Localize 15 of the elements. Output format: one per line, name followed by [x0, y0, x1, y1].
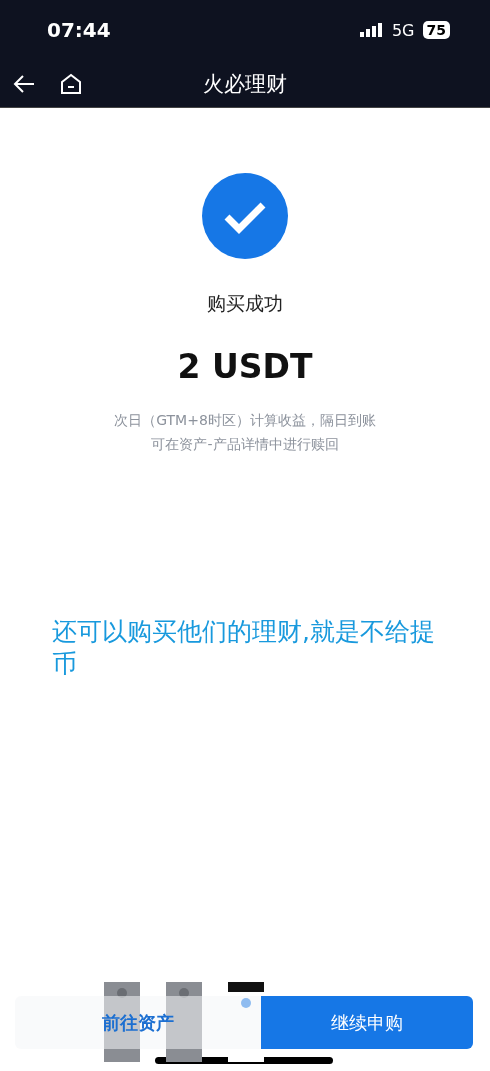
- continue-button[interactable]: 继续申购: [261, 996, 473, 1049]
- network-label: 5G: [391, 20, 415, 40]
- purchase-amount: 2 USDT: [177, 347, 313, 386]
- assets-button[interactable]: 前往资产: [15, 996, 262, 1049]
- page-title: 火必理财: [203, 70, 287, 98]
- result-note: 可在资产-产品详情中进行赎回: [150, 435, 340, 454]
- annotation-text: 还可以购买他们的理财,就是不给提币: [52, 616, 436, 680]
- battery-level: 75: [422, 21, 450, 39]
- result-note: 次日（GTM+8时区）计算收益，隔日到账: [114, 411, 376, 430]
- signal-icon: [359, 23, 384, 37]
- back-arrow-icon[interactable]: [12, 73, 36, 94]
- home-icon[interactable]: [60, 72, 82, 95]
- status-time: 07:44: [47, 18, 111, 42]
- result-status: 购买成功: [207, 291, 283, 316]
- check-circle-icon: [202, 173, 288, 259]
